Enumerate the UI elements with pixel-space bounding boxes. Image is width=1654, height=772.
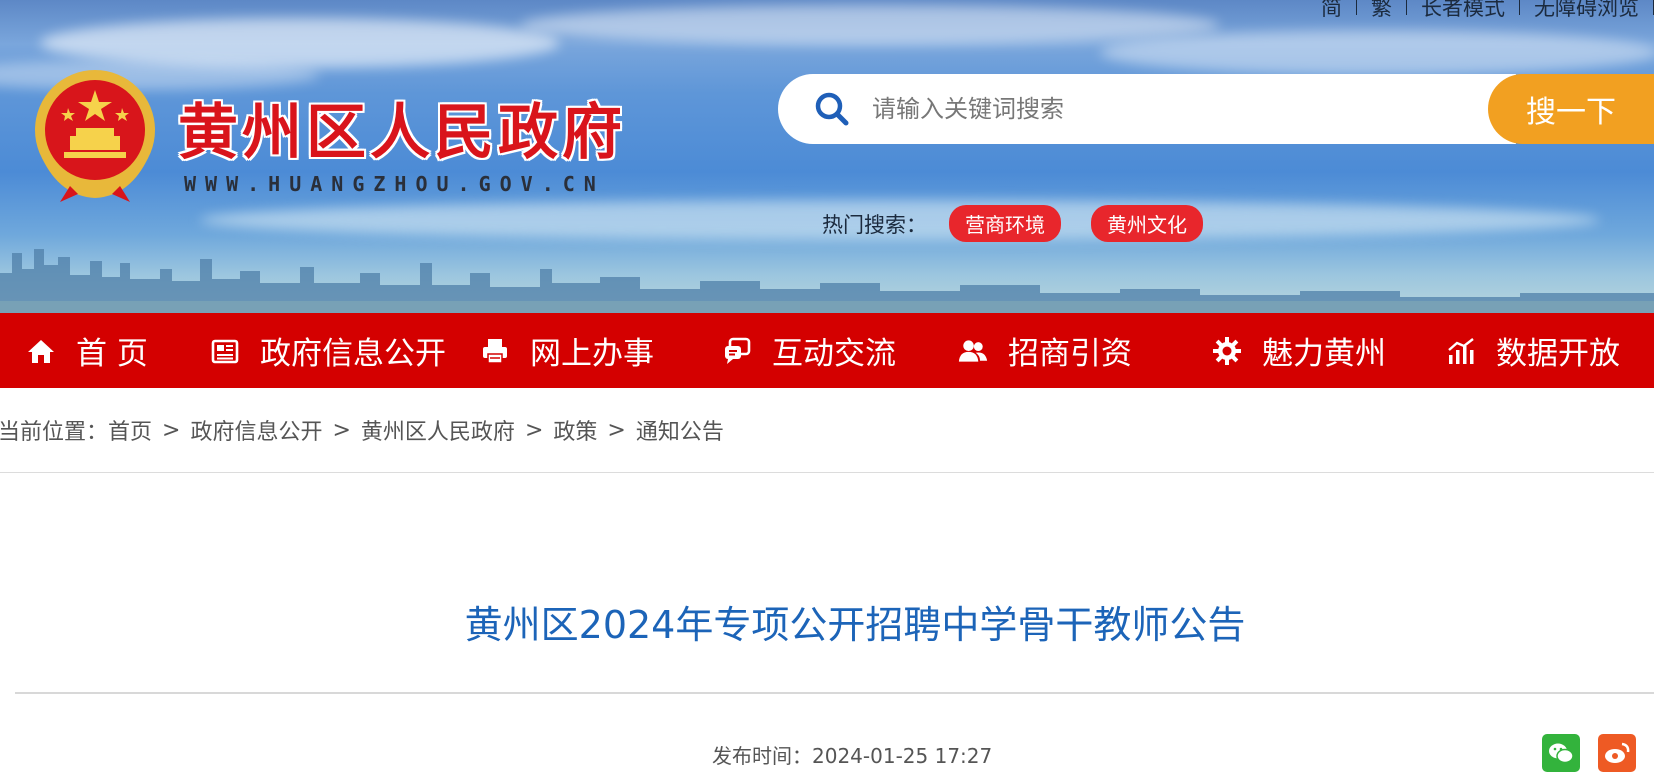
city-skyline — [0, 249, 1654, 313]
chat-icon — [725, 337, 751, 364]
nav-label: 首 页 — [76, 336, 148, 372]
publish-time-value: 2024-01-25 17:27 — [812, 744, 993, 768]
search-button[interactable]: 搜一下 — [1488, 74, 1654, 144]
printer-icon — [483, 338, 507, 364]
top-links: 简 繁 长者模式 无障碍浏览 — [1307, 0, 1654, 20]
search-box — [778, 74, 1516, 144]
accessibility-link[interactable]: 无障碍浏览 — [1520, 0, 1653, 22]
nav-item-online-services[interactable]: 网上办事 — [480, 313, 654, 388]
breadcrumb-link-gov-info[interactable]: 政府信息公开 — [190, 414, 322, 446]
nav-item-interaction[interactable]: 互动交流 — [722, 313, 896, 388]
divider — [15, 692, 1654, 694]
nav-label: 数据开放 — [1496, 336, 1620, 372]
breadcrumb-separator: > — [607, 417, 626, 443]
nav-label: 魅力黄州 — [1262, 336, 1386, 372]
hot-tag-huangzhou-culture[interactable]: 黄州文化 — [1091, 205, 1203, 242]
nav-item-open-data[interactable]: 数据开放 — [1446, 313, 1620, 388]
publish-time: 发布时间：2024-01-25 17:27 — [712, 740, 992, 769]
breadcrumb-link-district-gov[interactable]: 黄州区人民政府 — [361, 414, 515, 446]
users-icon — [958, 339, 988, 362]
site-title[interactable]: 黄州区人民政府 — [178, 84, 626, 171]
cloud — [520, 5, 1220, 45]
breadcrumb: 当前位置： 首页 > 政府信息公开 > 黄州区人民政府 > 政策 > 通知公告 — [0, 414, 724, 446]
breadcrumb-separator: > — [332, 417, 351, 443]
breadcrumb-separator: > — [524, 417, 544, 443]
traditional-link[interactable]: 繁 — [1357, 0, 1406, 22]
breadcrumb-link-home[interactable]: 首页 — [108, 414, 152, 446]
nav-item-charm-huangzhou[interactable]: 魅力黄州 — [1212, 313, 1386, 388]
breadcrumb-link-notices[interactable]: 通知公告 — [636, 414, 724, 446]
nav-label: 政府信息公开 — [260, 336, 446, 372]
header-banner: 简 繁 长者模式 无障碍浏览 黄州区人民政府 WWW.HUANGZHOU.GOV… — [0, 0, 1654, 313]
publish-time-label: 发布时间： — [712, 744, 812, 768]
newspaper-icon — [211, 339, 239, 363]
breadcrumb-link-policy[interactable]: 政策 — [553, 414, 597, 446]
gear-icon — [1213, 336, 1241, 365]
breadcrumb-separator: > — [162, 417, 181, 443]
nav-item-investment[interactable]: 招商引资 — [958, 313, 1132, 388]
nav-label: 网上办事 — [530, 336, 654, 372]
divider — [0, 472, 1654, 473]
nav-item-gov-info[interactable]: 政府信息公开 — [210, 313, 446, 388]
article-title: 黄州区2024年专项公开招聘中学骨干教师公告 — [464, 603, 1246, 647]
home-icon — [28, 339, 54, 363]
hot-search: 热门搜索： 营商环境 黄州文化 — [822, 205, 1233, 242]
search-bar: 搜一下 — [778, 74, 1654, 144]
elder-mode-link[interactable]: 长者模式 — [1407, 0, 1519, 22]
hot-tag-business-environment[interactable]: 营商环境 — [949, 205, 1061, 242]
share-wechat-button[interactable] — [1542, 734, 1580, 772]
nav-label: 招商引资 — [1008, 336, 1132, 372]
national-emblem-icon — [35, 70, 155, 202]
nav-item-home[interactable]: 首 页 — [26, 313, 148, 388]
site-url: WWW.HUANGZHOU.GOV.CN — [184, 172, 605, 196]
hot-search-label: 热门搜索： — [822, 212, 927, 237]
nav-label: 互动交流 — [772, 336, 896, 372]
chart-icon — [1448, 337, 1474, 364]
cloud — [1100, 30, 1654, 75]
search-input[interactable] — [872, 95, 1432, 123]
simplified-link[interactable]: 简 — [1307, 0, 1356, 22]
share-weibo-button[interactable] — [1598, 734, 1636, 772]
search-icon — [815, 92, 849, 126]
main-nav: 首 页 政府信息公开 网上办事 互动交流 招商引资 魅力黄州 数据开放 — [0, 313, 1654, 388]
breadcrumb-prefix: 当前位置： — [0, 420, 109, 445]
